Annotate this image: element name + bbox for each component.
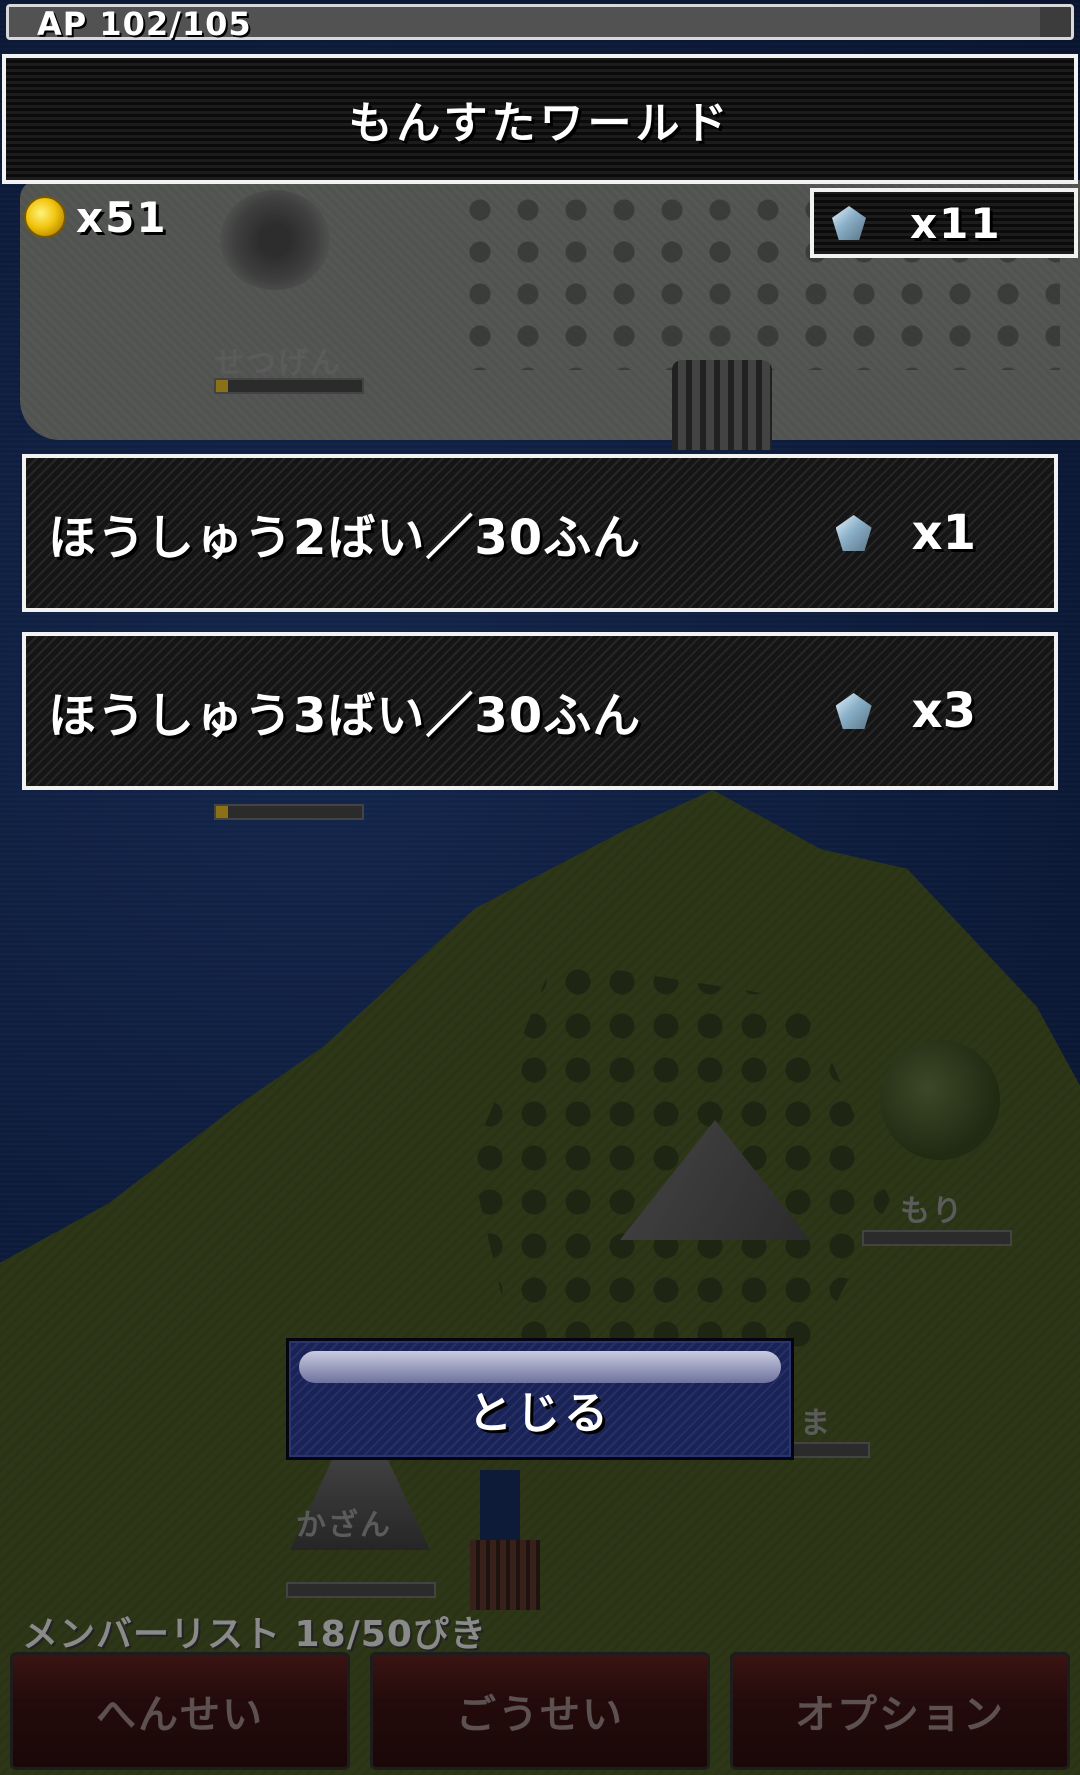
member-list-count: メンバーリスト 18/50ぴき xyxy=(22,1614,487,1655)
nav-label: へんせい xyxy=(96,1692,264,1738)
gem-counter[interactable]: x11 xyxy=(810,188,1078,258)
gem-icon xyxy=(835,515,872,551)
place-progress-hidden xyxy=(214,804,364,820)
ap-bar: AP 102/105 xyxy=(6,4,1074,43)
gem-count: x11 xyxy=(910,198,1002,248)
page-title: もんすたワールド xyxy=(348,98,732,149)
place-progress-forest xyxy=(862,1230,1012,1246)
tree-icon[interactable] xyxy=(880,1040,1000,1160)
nav-label: オプション xyxy=(795,1692,1005,1738)
option-cost-value: x3 xyxy=(911,683,976,739)
option-label: ほうしゅう3ばい／30ふん xyxy=(48,688,642,744)
coin-count: x51 xyxy=(76,192,168,242)
option-cost: x1 xyxy=(835,458,976,608)
gem-icon xyxy=(832,206,866,240)
progress-fill xyxy=(216,380,228,392)
progress-fill xyxy=(216,806,228,818)
option-cost: x3 xyxy=(835,636,976,786)
crater xyxy=(220,190,330,290)
place-progress-volcano xyxy=(286,1582,436,1598)
gem-icon xyxy=(835,693,872,729)
place-label-forest[interactable]: もり xyxy=(900,1186,964,1230)
bridge-icon xyxy=(470,1540,540,1610)
coin-counter: x51 xyxy=(24,192,168,242)
title-panel: もんすたワールド xyxy=(2,54,1078,184)
castle-icon[interactable] xyxy=(672,360,772,450)
option-cost-value: x1 xyxy=(911,505,976,561)
close-button[interactable]: とじる xyxy=(286,1338,794,1460)
place-label-partial[interactable]: ま xyxy=(800,1398,832,1442)
nav-button-options[interactable]: オプション xyxy=(730,1652,1070,1770)
nav-button-synthesis[interactable]: ごうせい xyxy=(370,1652,710,1770)
place-label-volcano[interactable]: かざん xyxy=(296,1500,392,1544)
reward-boost-3x-button[interactable]: ほうしゅう3ばい／30ふん x3 xyxy=(22,632,1058,790)
coin-icon xyxy=(24,196,66,238)
reward-boost-2x-button[interactable]: ほうしゅう2ばい／30ふん x1 xyxy=(22,454,1058,612)
place-label-snowfield[interactable]: せつげん xyxy=(214,338,342,382)
option-label: ほうしゅう2ばい／30ふん xyxy=(48,510,642,566)
close-button-label: とじる xyxy=(468,1388,612,1439)
nav-button-formation[interactable]: へんせい xyxy=(10,1652,350,1770)
world-map[interactable]: せつげん もり ま かざん xyxy=(0,0,1080,1775)
place-progress-snowfield xyxy=(214,378,364,394)
ap-text: AP 102/105 xyxy=(37,5,252,43)
nav-label: ごうせい xyxy=(456,1692,624,1738)
